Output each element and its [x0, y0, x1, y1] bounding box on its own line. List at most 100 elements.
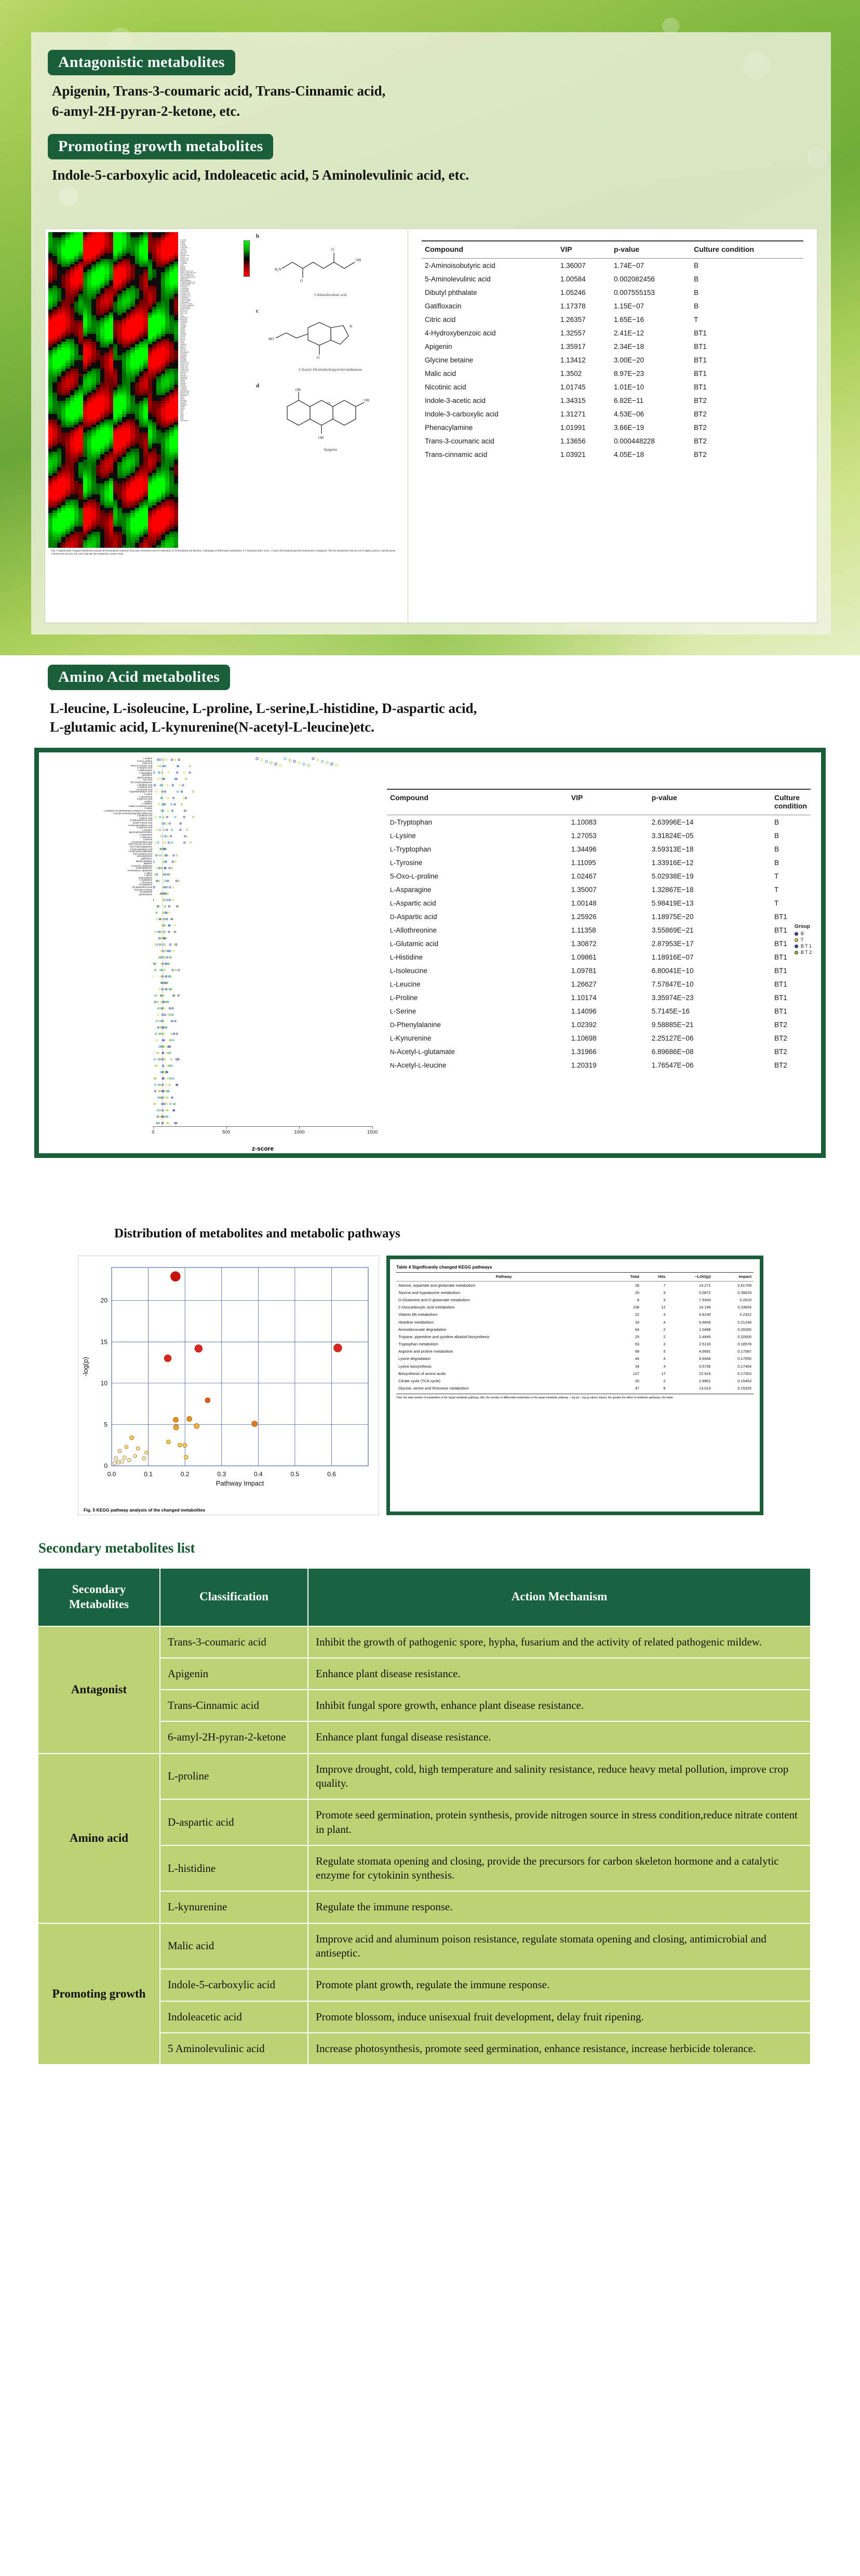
structure-b-caption: 5-Aminolevulinic acid — [314, 293, 347, 297]
table-row: Tryptophan metabolism 53 3 2.5133 0.18578 — [396, 1341, 754, 1348]
t4-impact: 0.21248 — [737, 1319, 751, 1325]
legend-label: B T 1 — [800, 943, 812, 949]
table4-footnote: Total, the total number of metabolites i… — [396, 1393, 754, 1399]
table3-vip: 1.3502 — [560, 369, 582, 377]
t4-hits: 4 — [663, 1319, 666, 1325]
amino-acid-header: Amino Acid metabolites — [48, 665, 231, 690]
aa-pvalue: 7.57847E−10 — [651, 980, 694, 988]
table-row: Lysine degradation 44 4 4.6444 0.17555 — [396, 1355, 754, 1363]
t4-hits: 4 — [663, 1364, 666, 1369]
t4-pathway: Arginine and proline metabolism — [398, 1349, 453, 1354]
t4-hits: 3 — [663, 1342, 666, 1347]
sm-col-action-mechanism: Action Mechanism — [307, 1568, 811, 1627]
table3-culture: BT1 — [694, 369, 707, 377]
figure3-row: L-proline L-serine glycine L-valine L-leucin… — [45, 228, 817, 623]
table3-culture: BT2 — [694, 450, 707, 458]
table3-culture: BT2 — [694, 437, 707, 445]
t4-hits: 12 — [661, 1305, 666, 1310]
t4-total: 25 — [635, 1334, 640, 1339]
t4-total: 8 — [637, 1297, 640, 1302]
aa-compound: L-Kynurenine — [390, 1034, 432, 1042]
table3-compound: Glycine betaine — [425, 356, 474, 364]
aa-culture: B — [774, 845, 780, 853]
t4-total: 53 — [635, 1342, 640, 1347]
table-row: Nicotinic acid 1.01745 1.01E−10 BT1 — [422, 380, 803, 394]
table3-compound: Apigenin — [425, 342, 452, 350]
aa-pvalue: 3.31824E−05 — [651, 831, 694, 840]
zscore-scatter — [133, 757, 372, 1126]
sm-group-name: Antagonist — [37, 1625, 160, 1754]
aa-culture: B — [774, 831, 780, 840]
aa-compound: L-Serine — [390, 1007, 416, 1015]
table3-compound: Nicotinic acid — [425, 383, 466, 391]
t4-pathway: Taurine and hypotaurine metabolism — [398, 1290, 461, 1295]
t4-impact: 0.2322 — [740, 1312, 751, 1317]
legend-items: BTB T 1B T 2 — [794, 931, 812, 955]
legend-swatch — [794, 950, 798, 954]
table-row: 2-Oxocarboxylic acid metabolism 108 12 14.1… — [396, 1304, 754, 1311]
t4-pathway: Tryptophan metabolism — [398, 1342, 438, 1347]
t4-logp: 4.6444 — [698, 1356, 711, 1361]
aa-culture: BT1 — [774, 912, 787, 921]
t4-impact: 0.20265 — [737, 1327, 751, 1332]
t4-impact: 0.39019 — [737, 1290, 751, 1295]
amino-acid-table: Compound VIP p-value Culture condition D… — [387, 789, 811, 1074]
svg-text:15: 15 — [101, 1338, 108, 1345]
table3-culture: BT2 — [694, 396, 707, 404]
legend-swatch — [794, 938, 798, 942]
t4-pathway: D-Glutamine and D-glutamate metabolism — [398, 1297, 471, 1302]
table3-col-vip: VIP — [557, 240, 611, 259]
table3-compound: Citric acid — [425, 315, 456, 323]
aa-vip: 1.02467 — [571, 872, 597, 880]
svg-text:OH: OH — [295, 388, 301, 392]
aa-compound: L-Leucine — [390, 980, 421, 988]
aa-vip: 1.11358 — [571, 926, 596, 934]
svg-text:OH: OH — [364, 398, 369, 402]
t4-impact: 0.23654 — [737, 1305, 751, 1310]
table3-pvalue: 0.002082456 — [614, 275, 655, 283]
table-row: L-Serine 1.14096 5.7145E−16 BT1 — [387, 1004, 811, 1018]
table3-vip: 1.34315 — [560, 396, 586, 404]
t4-total: 68 — [635, 1349, 640, 1354]
t4-hits: 2 — [663, 1379, 666, 1384]
sm-mechanism: Enhance plant disease resistance. — [307, 1657, 811, 1691]
table3-pvalue: 2.34E−18 — [614, 342, 644, 350]
t4-total: 20 — [635, 1379, 640, 1384]
svg-text:O: O — [328, 401, 330, 406]
sm-classification: Indoleacetic acid — [159, 2000, 308, 2033]
svg-text:5: 5 — [104, 1421, 108, 1428]
t4-logp: 5.6843 — [698, 1319, 711, 1325]
svg-text:-log(p): -log(p) — [82, 1357, 89, 1377]
aa-vip: 1.14096 — [571, 1007, 597, 1015]
antagonistic-metabolites-pill: Antagonistic metabolites — [48, 50, 235, 75]
structure-d: d OH OH OH O Apigenin — [256, 382, 405, 453]
hero-section: Antagonistic metabolites Apigenin, Trans… — [0, 0, 860, 655]
aa-vip: 1.25926 — [571, 912, 597, 921]
table-row: Apigenin 1.35917 2.34E−18 BT1 — [422, 340, 803, 353]
heatmap-colorbar — [244, 240, 250, 277]
t4-hits: 17 — [661, 1371, 666, 1376]
figure3-panel: L-proline L-serine glycine L-valine L-leucin… — [45, 228, 408, 623]
t4-logp: 5.0872 — [698, 1290, 711, 1295]
sm-classification: Apigenin — [159, 1657, 308, 1691]
t4-logp: 1.0488 — [698, 1327, 711, 1332]
t4-total: 22 — [635, 1312, 640, 1317]
aa-vip: 1.09861 — [571, 953, 597, 961]
table-row: Glycine betaine 1.13412 3.00E−20 BT1 — [422, 353, 803, 367]
aa-culture: BT1 — [774, 966, 787, 975]
sm-mechanism: Increase photosynthesis, promote seed ge… — [307, 2032, 811, 2066]
table-row: N-Acetyl-L-glutamate 1.31966 6.89686E−08 BT… — [387, 1045, 811, 1058]
table3-pvalue: 0.007555153 — [614, 288, 655, 296]
aa-pvalue: 6.80041E−10 — [651, 966, 694, 975]
table-row: L-Tyrosine 1.11095 1.33916E−12 B — [387, 856, 811, 869]
table4-col-hits: Hits — [641, 1272, 668, 1282]
t4-hits: 8 — [663, 1386, 666, 1391]
t4-total: 44 — [635, 1356, 640, 1361]
heatmap-row-labels: L-proline L-serine glycine L-valine L-leucin… — [180, 239, 196, 422]
legend-label: B T 2 — [800, 950, 812, 955]
aa-vip: 1.00148 — [571, 899, 597, 907]
kegg-scatter-svg: 0.0 0.1 0.2 0.3 0.4 0.5 0.6 0 5 10 15 20 Pathway Imp… — [82, 1267, 369, 1487]
legend-label: T — [800, 937, 804, 942]
table-row: Biosynthesis of amino acids 127 17 22.916 0.… — [396, 1370, 754, 1377]
svg-text:0.3: 0.3 — [217, 1471, 226, 1478]
